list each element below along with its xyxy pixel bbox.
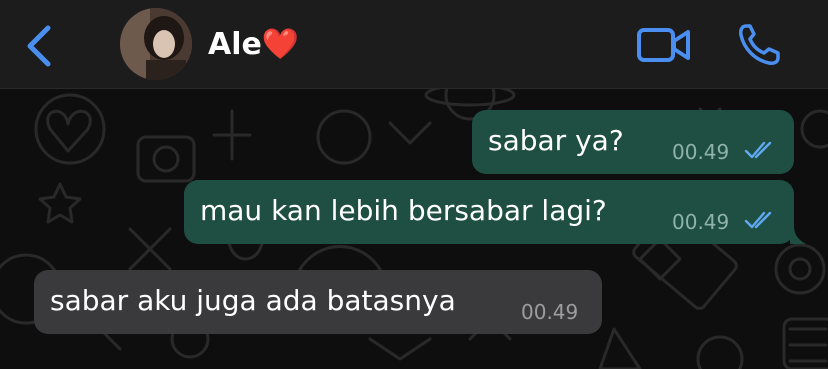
message-text: mau kan lebih bersabar lagi? [200,194,607,227]
phone-icon [739,24,780,65]
chevron-left-icon [27,25,51,67]
chat-header: Ale❤️ [0,0,828,89]
double-check-icon [744,211,772,229]
message-time: 00.49 [672,140,730,164]
avatar-photo [120,8,192,80]
contact-name[interactable]: Ale❤️ [208,27,299,62]
message-bubble-outgoing[interactable]: sabar ya? 00.49 [472,110,794,174]
message-text: sabar ya? [488,124,624,157]
message-text: sabar aku juga ada batasnya [50,284,456,317]
double-check-icon [744,141,772,159]
voice-call-button[interactable] [736,22,782,68]
message-bubble-outgoing[interactable]: mau kan lebih bersabar lagi? 00.49 [184,180,794,244]
video-camera-icon [637,28,690,62]
message-bubble-incoming[interactable]: sabar aku juga ada batasnya 00.49 [34,270,602,334]
message-time: 00.49 [672,210,730,234]
message-time: 00.49 [521,300,579,324]
contact-avatar[interactable] [120,8,192,80]
chat-screen: Ale❤️ sabar ya? 00.49 mau kan lebih bers… [0,0,828,369]
bubble-tail [790,226,806,244]
message-list[interactable]: sabar ya? 00.49 mau kan lebih bersabar l… [0,89,828,369]
back-button[interactable] [22,24,56,68]
video-call-button[interactable] [636,26,692,64]
